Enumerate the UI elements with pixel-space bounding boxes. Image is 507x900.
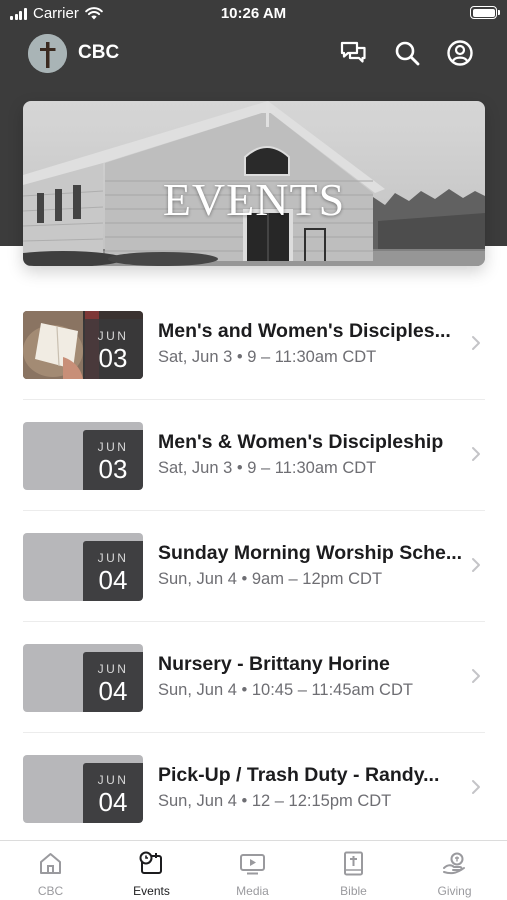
date-month: JUN <box>97 329 129 343</box>
tab-giving[interactable]: Giving <box>404 841 505 900</box>
home-icon <box>40 853 61 874</box>
date-month: JUN <box>97 773 129 787</box>
event-row[interactable]: JUN 04 Pick-Up / Trash Duty - Randy... S… <box>23 733 485 844</box>
date-day: 03 <box>98 454 128 484</box>
tab-label: Media <box>236 884 269 898</box>
cross-icon <box>28 34 67 73</box>
event-thumbnail: JUN 04 <box>23 644 143 712</box>
user-circle-icon <box>447 40 473 66</box>
bible-icon <box>344 851 363 876</box>
tab-media[interactable]: Media <box>202 841 303 900</box>
event-datetime: Sun, Jun 4 • 9am – 12pm CDT <box>158 570 383 588</box>
event-title: Men's & Women's Discipleship <box>158 431 444 453</box>
chevron-right-icon <box>472 780 480 794</box>
chat-bubbles-icon <box>340 41 366 63</box>
event-row[interactable]: JUN 03 Men's & Women's Discipleship Sat,… <box>23 400 485 511</box>
event-title: Nursery - Brittany Horine <box>158 653 390 675</box>
search-icon <box>395 41 420 66</box>
tab-bar: CBC Events Media Bible Giving <box>0 840 507 900</box>
date-day: 04 <box>98 787 128 817</box>
chevron-right-icon <box>472 558 480 572</box>
event-thumbnail: JUN 04 <box>23 755 143 823</box>
event-title: Sunday Morning Worship Sche... <box>158 542 463 564</box>
date-day: 04 <box>98 565 128 595</box>
app-header: CBC <box>0 30 507 76</box>
profile-button[interactable] <box>445 38 475 68</box>
chevron-right-icon <box>472 447 480 461</box>
status-time: 10:26 AM <box>220 5 287 22</box>
tab-events[interactable]: Events <box>101 841 202 900</box>
search-button[interactable] <box>392 38 422 68</box>
tab-bible[interactable]: Bible <box>303 841 404 900</box>
event-thumbnail: JUN 04 <box>23 533 143 601</box>
event-title: Men's and Women's Disciples... <box>158 320 451 342</box>
org-logo[interactable] <box>28 34 67 73</box>
date-badge: JUN 04 <box>83 763 143 823</box>
event-datetime: Sun, Jun 4 • 10:45 – 11:45am CDT <box>158 681 413 699</box>
org-name[interactable]: CBC <box>78 42 119 64</box>
date-month: JUN <box>97 662 129 676</box>
event-thumbnail: JUN 03 <box>23 422 143 490</box>
media-play-icon <box>240 854 265 875</box>
battery-icon <box>470 6 500 19</box>
date-badge: JUN 03 <box>83 319 143 379</box>
date-month: JUN <box>97 551 129 565</box>
event-datetime: Sat, Jun 3 • 9 – 11:30am CDT <box>158 348 377 366</box>
giving-hand-icon <box>443 852 465 875</box>
events-hero-banner: EVENTS <box>23 101 485 266</box>
event-thumbnail: JUN 03 <box>23 311 143 379</box>
hero-title: EVENTS <box>162 174 346 225</box>
event-title: Pick-Up / Trash Duty - Randy... <box>158 764 440 786</box>
date-month: JUN <box>97 440 129 454</box>
tab-label: Events <box>133 884 170 898</box>
event-datetime: Sun, Jun 4 • 12 – 12:15pm CDT <box>158 792 392 810</box>
tab-label: CBC <box>37 884 64 898</box>
chevron-right-icon <box>472 336 480 350</box>
event-row[interactable]: JUN 04 Sunday Morning Worship Sche... Su… <box>23 511 485 622</box>
chevron-right-icon <box>472 669 480 683</box>
tab-cbc[interactable]: CBC <box>0 841 101 900</box>
date-badge: JUN 04 <box>83 541 143 601</box>
status-bar: Carrier 10:26 AM <box>0 0 507 28</box>
calendar-clock-icon <box>139 851 162 874</box>
event-row[interactable]: JUN 03 Men's and Women's Disciples... Sa… <box>23 289 485 400</box>
tab-label: Giving <box>437 884 472 898</box>
date-badge: JUN 03 <box>83 430 143 490</box>
event-datetime: Sat, Jun 3 • 9 – 11:30am CDT <box>158 459 377 477</box>
date-day: 04 <box>98 676 128 706</box>
messages-button[interactable] <box>338 38 368 68</box>
date-badge: JUN 04 <box>83 652 143 712</box>
event-row[interactable]: JUN 04 Nursery - Brittany Horine Sun, Ju… <box>23 622 485 733</box>
tab-label: Bible <box>340 884 367 898</box>
date-day: 03 <box>98 343 128 373</box>
